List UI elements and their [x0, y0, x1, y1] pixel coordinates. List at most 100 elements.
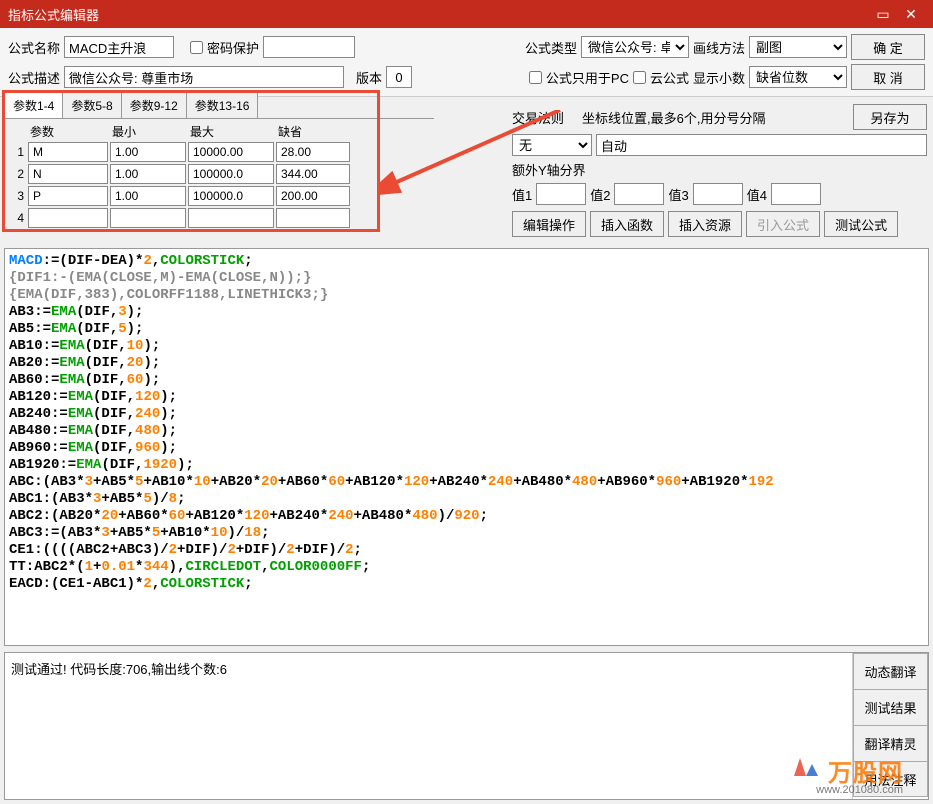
code-line: AB240:=EMA(DIF,240); — [9, 406, 924, 423]
status-message: 测试通过! 代码长度:706,输出线个数:6 — [5, 653, 852, 799]
test-result-button[interactable]: 测试结果 — [853, 689, 928, 725]
status-buttons: 动态翻译 测试结果 翻译精灵 用法注释 — [852, 653, 928, 799]
ok-button[interactable]: 确 定 — [851, 34, 925, 60]
tab-params-9-12[interactable]: 参数9-12 — [121, 92, 187, 118]
param-tabs: 参数1-4 参数5-8 参数9-12 参数13-16 — [4, 92, 434, 119]
minimize-icon[interactable]: ▭ — [869, 4, 897, 24]
status-area: 测试通过! 代码长度:706,输出线个数:6 动态翻译 测试结果 翻译精灵 用法… — [4, 652, 929, 800]
insert-res-button[interactable]: 插入资源 — [668, 211, 742, 237]
version-label: 版本 — [356, 68, 382, 87]
v1-label: 值1 — [512, 185, 532, 204]
code-line: AB120:=EMA(DIF,120); — [9, 389, 924, 406]
param-def-input[interactable] — [276, 186, 350, 206]
param-def-input[interactable] — [276, 164, 350, 184]
param-header: 缺省 — [276, 123, 350, 140]
code-line: EACD:(CE1-ABC1)*2,COLORSTICK; — [9, 576, 924, 593]
param-max-input[interactable] — [188, 164, 274, 184]
pwd-input[interactable] — [263, 36, 355, 58]
v3-label: 值3 — [668, 185, 688, 204]
code-line: TT:ABC2*(1+0.01*344),CIRCLEDOT,COLOR0000… — [9, 559, 924, 576]
draw-select[interactable]: 副图 — [749, 36, 847, 58]
cloud-label: 云公式 — [650, 68, 689, 87]
code-line: AB60:=EMA(DIF,60); — [9, 372, 924, 389]
code-line: ABC2:(AB20*20+AB60*60+AB120*120+AB240*24… — [9, 508, 924, 525]
decimals-select[interactable]: 缺省位数 — [749, 66, 847, 88]
param-max-input[interactable] — [188, 142, 274, 162]
code-line: AB3:=EMA(DIF,3); — [9, 304, 924, 321]
param-header: 参数 — [28, 123, 108, 140]
desc-label: 公式描述 — [8, 68, 60, 87]
code-line: ABC3:=(AB3*3+AB5*5+AB10*10)/18; — [9, 525, 924, 542]
coord-input[interactable] — [596, 134, 927, 156]
desc-input[interactable] — [64, 66, 344, 88]
param-def-input[interactable] — [276, 142, 350, 162]
type-label: 公式类型 — [525, 38, 577, 57]
type-select[interactable]: 微信公众号: 卓 — [581, 36, 689, 58]
trade-rule-select[interactable]: 无 — [512, 134, 592, 156]
param-name-input[interactable] — [28, 164, 108, 184]
code-line: {DIF1:-(EMA(CLOSE,M)-EMA(CLOSE,N));} — [9, 270, 924, 287]
param-max-input[interactable] — [188, 186, 274, 206]
code-line: AB480:=EMA(DIF,480); — [9, 423, 924, 440]
pconly-checkbox[interactable] — [529, 71, 542, 84]
usage-notes-button[interactable]: 用法注释 — [853, 761, 928, 797]
import-formula-button[interactable]: 引入公式 — [746, 211, 820, 237]
coord-label: 坐标线位置,最多6个,用分号分隔 — [582, 108, 765, 127]
v3-input[interactable] — [693, 183, 743, 205]
v4-input[interactable] — [771, 183, 821, 205]
insert-func-button[interactable]: 插入函数 — [590, 211, 664, 237]
code-line: ABC1:(AB3*3+AB5*5)/8; — [9, 491, 924, 508]
code-line: ABC:(AB3*3+AB5*5+AB10*10+AB20*20+AB60*60… — [9, 474, 924, 491]
v2-label: 值2 — [590, 185, 610, 204]
param-row-index: 2 — [10, 167, 26, 181]
tab-params-1-4[interactable]: 参数1-4 — [4, 92, 63, 118]
param-min-input[interactable] — [110, 208, 186, 228]
param-area: 参数最小最大缺省 1 2 3 4 — [4, 119, 434, 232]
window-title: 指标公式编辑器 — [8, 5, 869, 24]
code-line: AB5:=EMA(DIF,5); — [9, 321, 924, 338]
pwd-checkbox[interactable] — [190, 41, 203, 54]
pconly-label: 公式只用于PC — [546, 68, 629, 87]
test-formula-button[interactable]: 测试公式 — [824, 211, 898, 237]
param-row-index: 3 — [10, 189, 26, 203]
saveas-button[interactable]: 另存为 — [853, 104, 927, 130]
code-editor[interactable]: MACD:=(DIF-DEA)*2,COLORSTICK;{DIF1:-(EMA… — [4, 248, 929, 646]
cloud-checkbox[interactable] — [633, 71, 646, 84]
param-max-input[interactable] — [188, 208, 274, 228]
v2-input[interactable] — [614, 183, 664, 205]
code-line: CE1:((((ABC2+ABC3)/2+DIF)/2+DIF)/2+DIF)/… — [9, 542, 924, 559]
draw-label: 画线方法 — [693, 38, 745, 57]
code-line: MACD:=(DIF-DEA)*2,COLORSTICK; — [9, 253, 924, 270]
param-header: 最小 — [110, 123, 186, 140]
version-input[interactable] — [386, 66, 412, 88]
v4-label: 值4 — [747, 185, 767, 204]
toolbar: 公式名称 密码保护 公式类型 微信公众号: 卓 画线方法 副图 确 定 公式描述… — [0, 28, 933, 97]
param-def-input[interactable] — [276, 208, 350, 228]
edit-op-button[interactable]: 编辑操作 — [512, 211, 586, 237]
param-name-input[interactable] — [28, 142, 108, 162]
code-line: {EMA(DIF,383),COLORFF1188,LINETHICK3;} — [9, 287, 924, 304]
translate-wizard-button[interactable]: 翻译精灵 — [853, 725, 928, 761]
decimals-label: 显示小数 — [693, 68, 745, 87]
code-line: AB1920:=EMA(DIF,1920); — [9, 457, 924, 474]
param-row-index: 1 — [10, 145, 26, 159]
param-row-index: 4 — [10, 211, 26, 225]
name-input[interactable] — [64, 36, 174, 58]
tab-params-13-16[interactable]: 参数13-16 — [186, 92, 259, 118]
cancel-button[interactable]: 取 消 — [851, 64, 925, 90]
tab-params-5-8[interactable]: 参数5-8 — [62, 92, 121, 118]
close-icon[interactable]: ✕ — [897, 4, 925, 24]
pwd-label: 密码保护 — [207, 38, 259, 57]
extra-y-label: 额外Y轴分界 — [512, 160, 586, 179]
titlebar: 指标公式编辑器 ▭ ✕ — [0, 0, 933, 28]
v1-input[interactable] — [536, 183, 586, 205]
param-min-input[interactable] — [110, 186, 186, 206]
code-line: AB20:=EMA(DIF,20); — [9, 355, 924, 372]
param-min-input[interactable] — [110, 164, 186, 184]
param-name-input[interactable] — [28, 208, 108, 228]
param-min-input[interactable] — [110, 142, 186, 162]
dynamic-translate-button[interactable]: 动态翻译 — [853, 653, 928, 689]
trade-rule-label: 交易法则 — [512, 108, 564, 127]
param-name-input[interactable] — [28, 186, 108, 206]
param-header: 最大 — [188, 123, 274, 140]
